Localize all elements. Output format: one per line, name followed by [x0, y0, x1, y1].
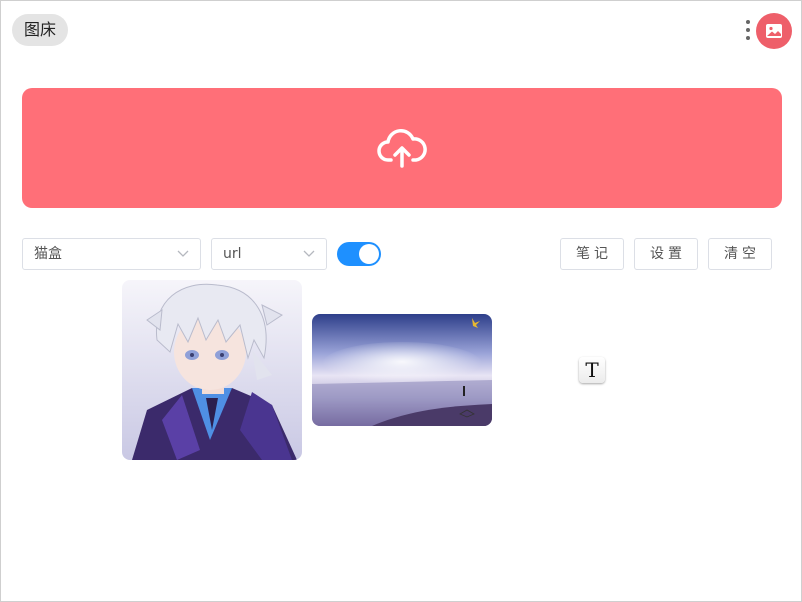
more-vertical-icon[interactable]: [742, 18, 754, 42]
app-window: 图床 猫盒 url 笔记 设置 清空 T: [0, 0, 802, 602]
chevron-down-icon: [303, 250, 315, 257]
dot: [746, 28, 750, 32]
notes-button[interactable]: 笔记: [560, 238, 624, 270]
upload-dropzone[interactable]: [22, 88, 782, 208]
chevron-down-icon: [177, 250, 189, 257]
service-select[interactable]: 猫盒: [22, 238, 201, 270]
avatar[interactable]: [756, 13, 792, 49]
dot: [746, 36, 750, 40]
service-select-value: 猫盒: [34, 246, 62, 262]
app-title: 图床: [12, 14, 69, 46]
format-select-value: url: [223, 246, 242, 262]
image-thumbnail-avatar[interactable]: [122, 280, 302, 460]
image-thumbnail-beach[interactable]: [312, 314, 492, 426]
toggle-knob: [359, 244, 379, 264]
settings-button[interactable]: 设置: [634, 238, 698, 270]
text-file-icon[interactable]: T: [579, 357, 605, 383]
clear-button[interactable]: 清空: [708, 238, 772, 270]
markdown-toggle[interactable]: [337, 242, 381, 266]
dot: [746, 20, 750, 24]
format-select[interactable]: url: [211, 238, 327, 270]
image-icon: [766, 24, 782, 38]
cloud-upload-icon: [377, 129, 427, 168]
